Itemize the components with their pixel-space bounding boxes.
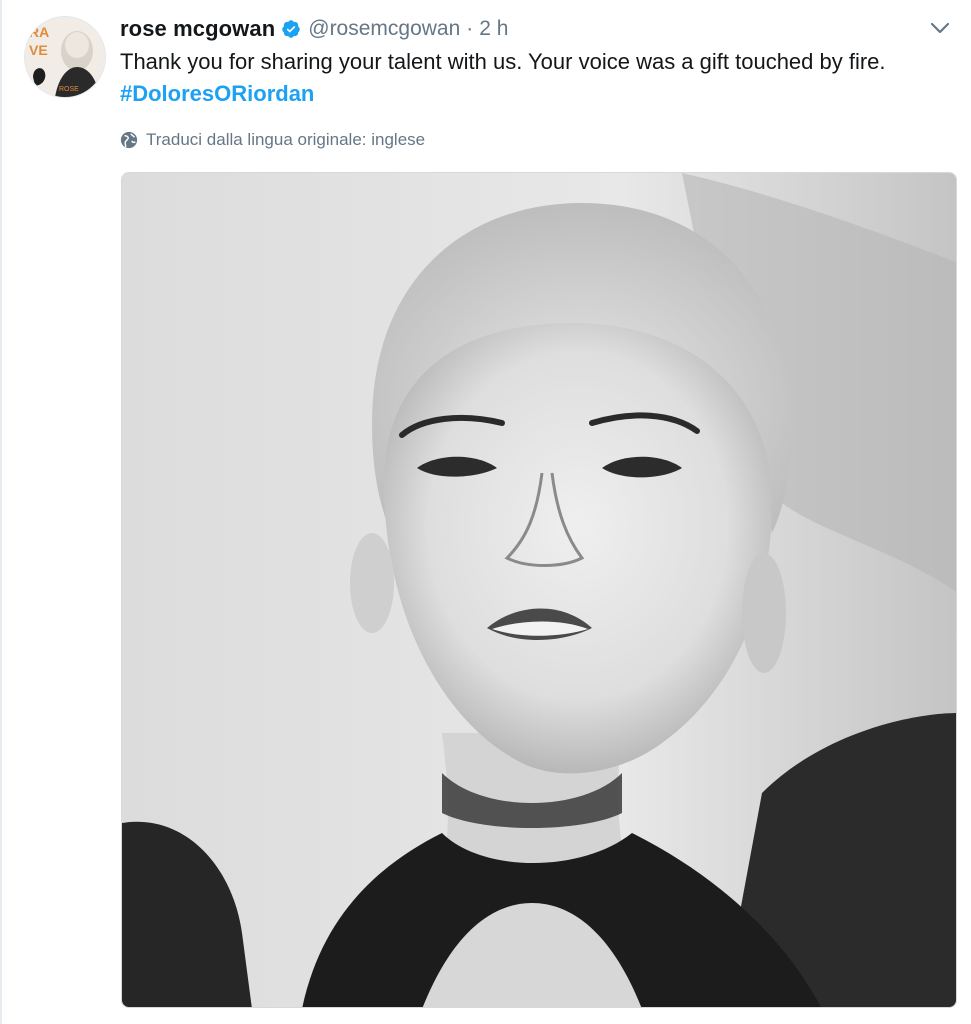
- tweet-text: Thank you for sharing your talent with u…: [120, 46, 960, 110]
- portrait-image: [122, 173, 956, 1007]
- separator-dot: ·: [466, 17, 474, 40]
- translate-link[interactable]: Traduci dalla lingua originale: inglese: [120, 128, 425, 152]
- tweet-text-body: Thank you for sharing your talent with u…: [120, 49, 886, 74]
- hashtag-link[interactable]: #DoloresORiordan: [120, 78, 960, 110]
- user-handle[interactable]: @rosemcgowan: [308, 17, 460, 41]
- svg-text:VE: VE: [29, 42, 48, 58]
- svg-text:RA: RA: [29, 24, 49, 40]
- chevron-down-icon[interactable]: [928, 18, 952, 38]
- tweet-header: rose mcgowan @rosemcgowan · 2 h: [120, 14, 509, 44]
- tweet-card[interactable]: RA VE ROSE rose mcgowan @rosemcgowan · 2…: [0, 0, 971, 1024]
- avatar[interactable]: RA VE ROSE: [24, 16, 106, 98]
- svg-text:ROSE: ROSE: [59, 86, 79, 93]
- tweet-photo[interactable]: [121, 172, 957, 1008]
- verified-badge-icon: [281, 19, 301, 39]
- display-name[interactable]: rose mcgowan: [120, 16, 275, 42]
- avatar-image: RA VE ROSE: [25, 17, 105, 97]
- globe-icon: [120, 131, 138, 149]
- timestamp[interactable]: 2 h: [479, 17, 508, 41]
- translate-label: Traduci dalla lingua originale: inglese: [146, 130, 426, 149]
